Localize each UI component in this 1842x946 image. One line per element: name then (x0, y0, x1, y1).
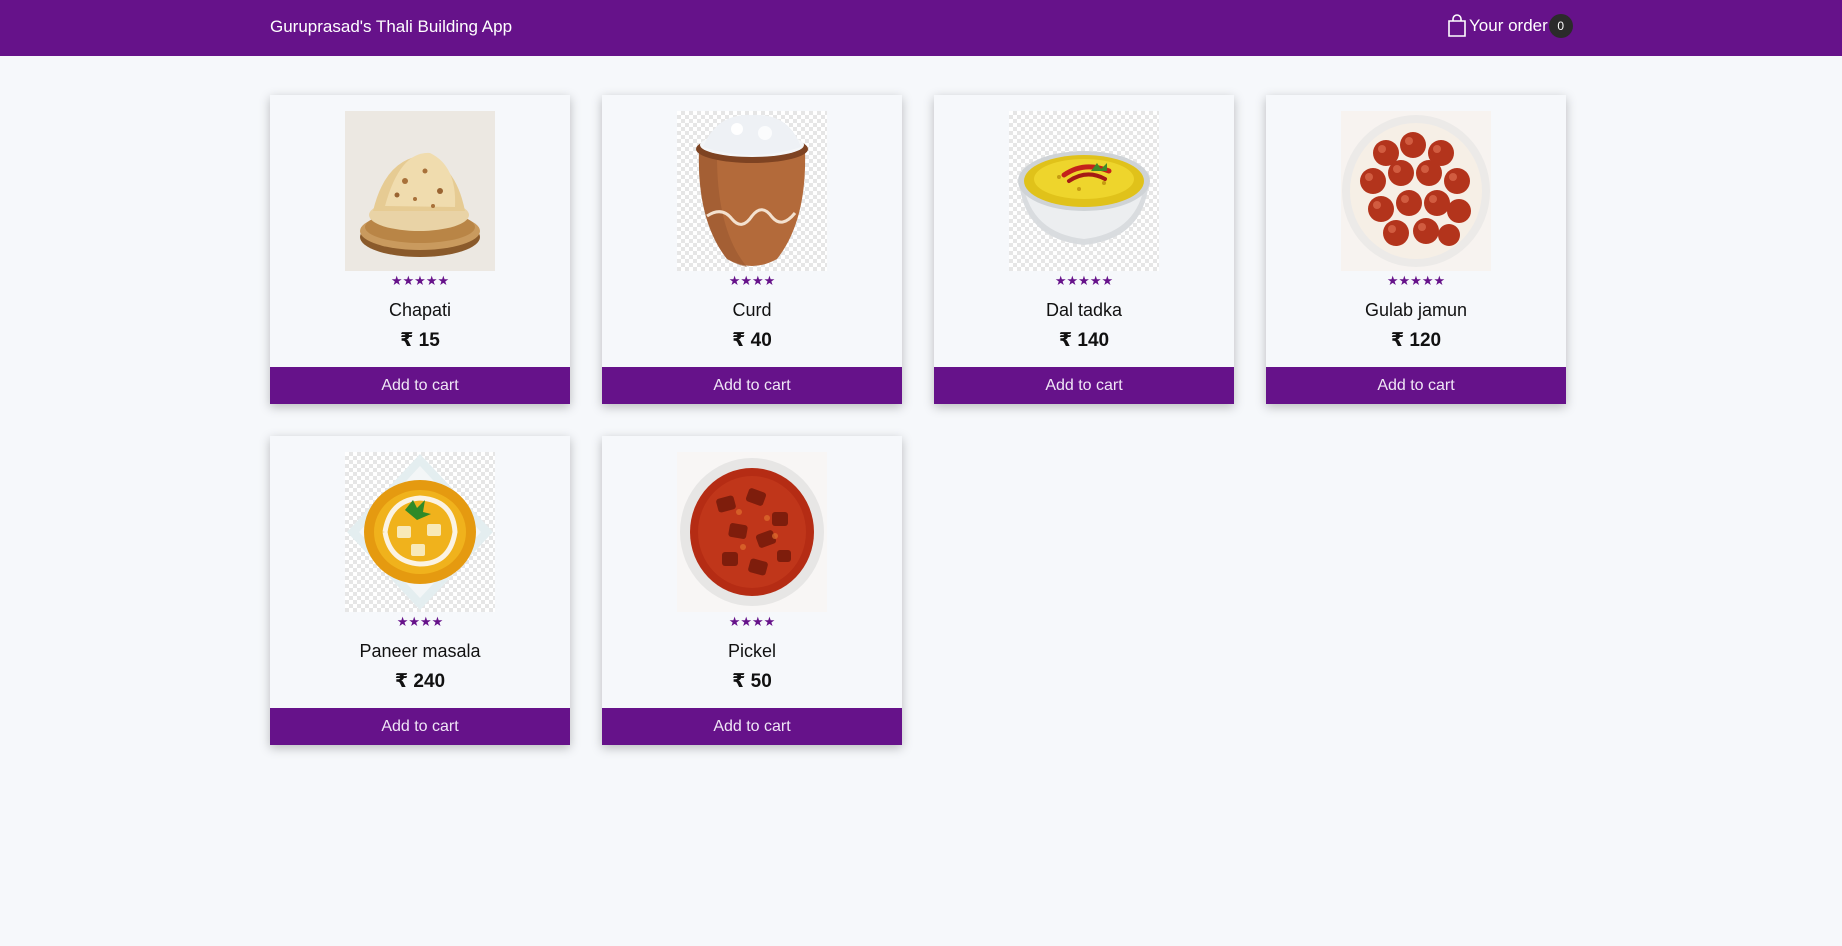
add-to-cart-button[interactable]: Add to cart (602, 367, 902, 404)
pickle-image (677, 452, 827, 612)
product-price: ₹ 40 (732, 330, 772, 351)
add-to-cart-button[interactable]: Add to cart (270, 367, 570, 404)
product-name: Pickel (727, 641, 776, 661)
shopping-bag-icon (1446, 14, 1468, 38)
rating-stars: ★★★★★ (390, 273, 450, 288)
curd-image (677, 111, 827, 271)
navbar: Guruprasad's Thali Building App Your ord… (0, 0, 1842, 56)
dal-tadka-image (1009, 111, 1159, 271)
rating-stars: ★★★★★ (1054, 273, 1114, 288)
product-grid: ★★★★★ Chapati ₹ 15 Add to cart ★★★★ Curd… (270, 95, 1566, 745)
your-order-button[interactable]: Your order 0 (1446, 14, 1573, 38)
product-card: ★★★★★ Gulab jamun ₹ 120 Add to cart (1266, 95, 1566, 404)
product-price: ₹ 15 (400, 330, 440, 351)
paneer-masala-image (345, 452, 495, 612)
product-name: Chapati (388, 300, 452, 320)
add-to-cart-button[interactable]: Add to cart (602, 708, 902, 745)
product-name: Gulab jamun (1364, 300, 1468, 320)
product-name: Paneer masala (359, 641, 481, 661)
product-name: Curd (732, 300, 772, 320)
your-order-label: Your order (1469, 16, 1548, 35)
app-title[interactable]: Guruprasad's Thali Building App (270, 17, 512, 37)
add-to-cart-button[interactable]: Add to cart (934, 367, 1234, 404)
product-card: ★★★★★ Dal tadka ₹ 140 Add to cart (934, 95, 1234, 404)
product-card: ★★★★ Curd ₹ 40 Add to cart (602, 95, 902, 404)
chapati-image (345, 111, 495, 271)
product-price: ₹ 50 (732, 671, 772, 692)
product-card: ★★★★★ Chapati ₹ 15 Add to cart (270, 95, 570, 404)
add-to-cart-button[interactable]: Add to cart (1266, 367, 1566, 404)
rating-stars: ★★★★ (396, 614, 444, 629)
gulab-jamun-image (1341, 111, 1491, 271)
rating-stars: ★★★★★ (1386, 273, 1446, 288)
product-price: ₹ 140 (1058, 330, 1110, 351)
order-count-badge: 0 (1548, 14, 1573, 38)
product-card: ★★★★ Pickel ₹ 50 Add to cart (602, 436, 902, 745)
rating-stars: ★★★★ (728, 273, 776, 288)
product-price: ₹ 120 (1390, 330, 1442, 351)
product-price: ₹ 240 (394, 671, 446, 692)
rating-stars: ★★★★ (728, 614, 776, 629)
product-card: ★★★★ Paneer masala ₹ 240 Add to cart (270, 436, 570, 745)
product-name: Dal tadka (1045, 300, 1123, 320)
add-to-cart-button[interactable]: Add to cart (270, 708, 570, 745)
